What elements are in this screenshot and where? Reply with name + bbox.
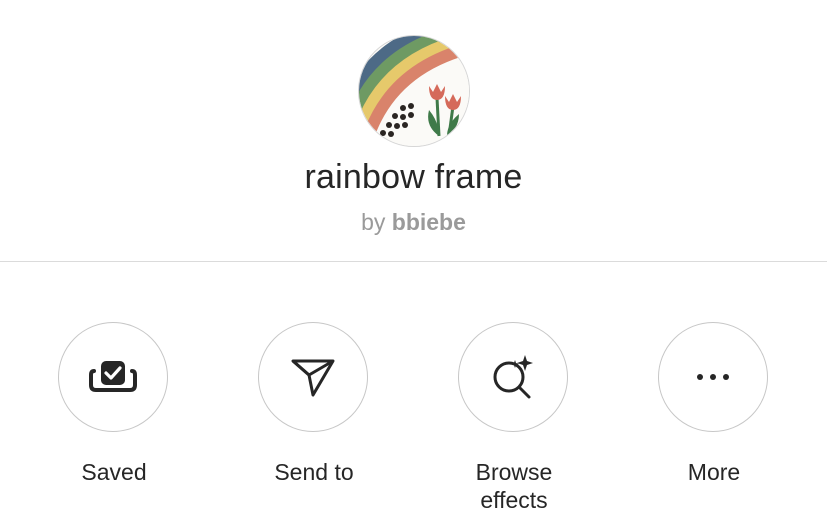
saved-circle[interactable] <box>58 322 168 432</box>
browse-effects-button[interactable]: Browse effects <box>414 320 614 516</box>
more-circle[interactable] <box>658 322 768 432</box>
effect-title: rainbow frame <box>304 158 523 196</box>
effect-thumbnail <box>358 35 470 147</box>
more-label: More <box>687 459 741 485</box>
browse-effects-label: Browse effects <box>475 459 553 513</box>
effect-author[interactable]: by bbiebe <box>0 209 827 236</box>
author-handle[interactable]: bbiebe <box>392 209 466 235</box>
rainbow-tulip-thumbnail-icon <box>359 36 469 146</box>
by-prefix: by <box>361 209 386 235</box>
effect-header: rainbow frame by bbiebe <box>0 0 827 262</box>
sparkle-search-icon <box>493 355 533 399</box>
saved-check-icon <box>89 361 137 392</box>
more-dots-icon <box>697 374 729 380</box>
browse-effects-circle[interactable] <box>458 322 568 432</box>
more-button[interactable]: More <box>614 320 814 516</box>
effect-sheet: rainbow frame by bbiebe Saved Send to Br… <box>0 0 827 516</box>
send-to-button[interactable]: Send to <box>214 320 414 516</box>
paper-plane-icon <box>291 359 335 397</box>
saved-button[interactable]: Saved <box>14 320 214 516</box>
send-to-circle[interactable] <box>258 322 368 432</box>
saved-label: Saved <box>81 459 147 485</box>
action-row: Saved Send to Browse effects More <box>0 320 827 516</box>
send-to-label: Send to <box>274 459 354 485</box>
divider <box>0 261 827 262</box>
